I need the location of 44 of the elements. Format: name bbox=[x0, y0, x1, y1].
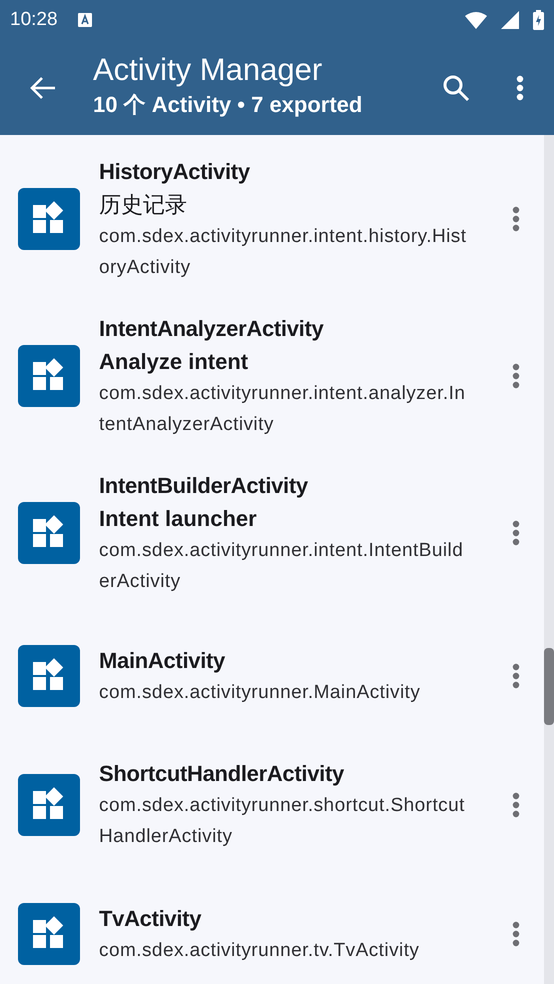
activity-name: IntentBuilderActivity bbox=[99, 472, 309, 500]
package-name: com.sdex.activityrunner.intent.history.HistoryActivity bbox=[99, 224, 468, 280]
signal-icon bbox=[501, 11, 519, 29]
activity-icon bbox=[18, 644, 80, 706]
activity-name: HistoryActivity bbox=[99, 158, 251, 186]
activity-icon bbox=[18, 774, 80, 836]
more-vertical-icon bbox=[516, 74, 524, 100]
activity-row[interactable]: ShortcutHandlerActivity com.sdex.activityrunner.shortcut.ShortcutHandlerActivity bbox=[0, 740, 544, 869]
activity-name: TvActivity bbox=[99, 904, 202, 933]
activity-row[interactable]: IntentAnalyzerActivity Analyze intent com.sdex.activityrunner.intent.analyzer.IntentAnalyzerActivity bbox=[0, 297, 544, 454]
package-name: com.sdex.activityrunner.intent.analyzer.IntentAnalyzerActivity bbox=[99, 382, 466, 436]
activity-icon bbox=[18, 188, 80, 250]
activity-label: Analyze intent bbox=[99, 348, 250, 376]
package-name: com.sdex.activityrunner.tv.TvActivity bbox=[99, 938, 420, 962]
wifi-icon bbox=[465, 12, 487, 28]
back-arrow-icon bbox=[30, 76, 56, 100]
activity-icon bbox=[18, 344, 80, 406]
more-vertical-icon bbox=[512, 520, 520, 546]
notification-icon bbox=[78, 13, 92, 27]
more-vertical-icon bbox=[512, 792, 520, 818]
package-name: com.sdex.activityrunner.shortcut.ShortcutHandlerActivity bbox=[99, 794, 466, 849]
activity-icon bbox=[18, 902, 80, 964]
battery-icon bbox=[533, 10, 544, 30]
activity-row[interactable]: MainActivity com.sdex.activityrunner.MainActivity bbox=[0, 611, 544, 740]
more-vertical-icon bbox=[512, 662, 520, 688]
app-subtitle: 10 个 Activity • 7 exported bbox=[93, 90, 364, 119]
scroll-thumb[interactable] bbox=[544, 648, 554, 725]
activity-icon bbox=[18, 502, 80, 564]
activity-row[interactable]: TvActivity com.sdex.activityrunner.tv.TvActivity bbox=[0, 869, 544, 984]
activity-row[interactable]: IntentBuilderActivity Intent launcher com.sdex.activityrunner.intent.IntentBuilderActivity bbox=[0, 454, 544, 611]
activity-name: IntentAnalyzerActivity bbox=[99, 314, 324, 343]
package-name: com.sdex.activityrunner.intent.IntentBuilderActivity bbox=[99, 538, 464, 594]
activity-name: MainActivity bbox=[99, 646, 226, 675]
more-vertical-icon bbox=[512, 920, 520, 946]
app-title: Activity Manager bbox=[93, 52, 324, 88]
package-name: com.sdex.activityrunner.MainActivity bbox=[99, 680, 422, 704]
activity-label: 历史记录 bbox=[99, 190, 188, 218]
status-time: 10:28 bbox=[10, 9, 59, 31]
more-vertical-icon bbox=[512, 206, 520, 232]
activity-row[interactable]: HistoryActivity 历史记录 com.sdex.activityrunner.intent.history.HistoryActivity bbox=[0, 140, 544, 297]
more-vertical-icon bbox=[512, 362, 520, 388]
activity-name: ShortcutHandlerActivity bbox=[99, 760, 345, 788]
activity-label: Intent launcher bbox=[99, 504, 258, 532]
search-icon bbox=[442, 74, 470, 102]
